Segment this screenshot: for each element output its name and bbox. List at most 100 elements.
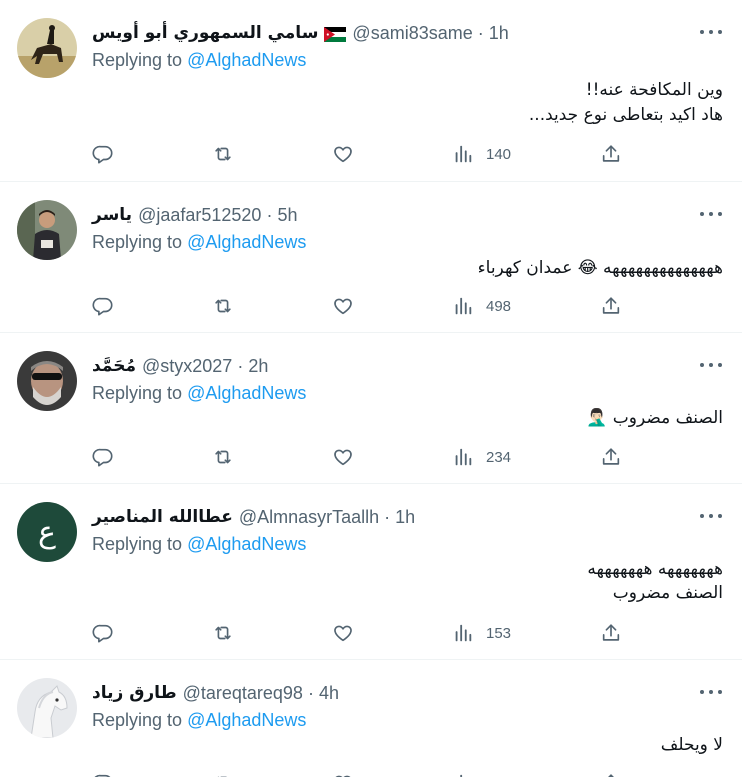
heart-icon bbox=[332, 446, 354, 468]
user-handle[interactable]: @sami83same bbox=[352, 23, 472, 44]
like-button[interactable] bbox=[332, 143, 354, 165]
user-handle[interactable]: @styx2027 bbox=[142, 356, 232, 377]
more-dots-icon[interactable] bbox=[700, 506, 722, 526]
avatar[interactable] bbox=[17, 18, 77, 78]
share-button[interactable] bbox=[600, 622, 622, 644]
tweet-text-line: هههههههه هههههههه bbox=[587, 559, 723, 579]
display-name[interactable]: سامي السمهوري أبو أويس bbox=[92, 23, 318, 43]
action-bar: 153 bbox=[92, 622, 622, 644]
share-button[interactable] bbox=[600, 143, 622, 165]
heart-icon bbox=[332, 295, 354, 317]
display-name[interactable]: ياسر bbox=[92, 205, 132, 225]
user-handle[interactable]: @AlmnasyrTaallh bbox=[239, 507, 379, 528]
reply-button[interactable] bbox=[92, 143, 114, 165]
retweet-icon bbox=[212, 772, 234, 777]
display-name[interactable]: مُحَمَّد bbox=[92, 356, 136, 376]
tweet-header: ياسر @jaafar512520 · 5h bbox=[92, 202, 297, 228]
separator-dot: · bbox=[384, 506, 391, 527]
heart-icon bbox=[332, 622, 354, 644]
avatar[interactable] bbox=[17, 200, 77, 260]
more-dots-icon[interactable] bbox=[700, 682, 722, 702]
reply-button[interactable] bbox=[92, 295, 114, 317]
replying-to: Replying to @AlghadNews bbox=[92, 534, 306, 555]
replying-to: Replying to @AlghadNews bbox=[92, 232, 306, 253]
display-name[interactable]: طارق زياد bbox=[92, 683, 177, 703]
like-button[interactable] bbox=[332, 772, 354, 777]
reply-button[interactable] bbox=[92, 622, 114, 644]
comment-bubble-icon bbox=[92, 772, 114, 777]
mention-link[interactable]: @AlghadNews bbox=[187, 232, 306, 252]
tweet-text-line: وين المكافحة عنه!! bbox=[585, 80, 723, 100]
replying-label: Replying to bbox=[92, 383, 183, 403]
share-upload-icon bbox=[600, 295, 622, 317]
replying-to: Replying to @AlghadNews bbox=[92, 50, 306, 71]
avatar[interactable] bbox=[17, 678, 77, 738]
views-button[interactable] bbox=[452, 772, 474, 777]
avatar[interactable] bbox=[17, 351, 77, 411]
replying-to: Replying to @AlghadNews bbox=[92, 710, 306, 731]
more-dots-icon[interactable] bbox=[700, 204, 722, 224]
views-count: 140 bbox=[486, 145, 512, 163]
retweet-button[interactable] bbox=[212, 295, 234, 317]
mention-link[interactable]: @AlghadNews bbox=[187, 50, 306, 70]
more-dots-icon[interactable] bbox=[700, 22, 722, 42]
timestamp[interactable]: 5h bbox=[277, 205, 297, 226]
user-handle[interactable]: @tareqtareq98 bbox=[183, 683, 303, 704]
views-count: 498 bbox=[486, 297, 512, 315]
tweet-header: سامي السمهوري أبو أويس @sami83same · 1h bbox=[92, 20, 509, 46]
timestamp[interactable]: 1h bbox=[395, 507, 415, 528]
action-bar: 498 bbox=[92, 295, 622, 317]
views-count: 234 bbox=[486, 448, 512, 466]
share-button[interactable] bbox=[600, 772, 622, 777]
views-button[interactable]: 140 bbox=[452, 143, 511, 165]
display-name[interactable]: عطاالله المناصير bbox=[92, 507, 233, 527]
tweet-text-line: لا ويحلف bbox=[660, 735, 723, 755]
timestamp[interactable]: 2h bbox=[248, 356, 268, 377]
tweet-4[interactable]: ع عطاالله المناصير @AlmnasyrTaallh · 1h … bbox=[0, 484, 742, 660]
like-button[interactable] bbox=[332, 446, 354, 468]
retweet-button[interactable] bbox=[212, 772, 234, 777]
mention-link[interactable]: @AlghadNews bbox=[187, 383, 306, 403]
like-button[interactable] bbox=[332, 622, 354, 644]
action-bar: 234 bbox=[92, 446, 622, 468]
avatar[interactable]: ع bbox=[17, 502, 77, 562]
tweet-3[interactable]: مُحَمَّد @styx2027 · 2h Replying to @Alg… bbox=[0, 333, 742, 484]
separator-dot: · bbox=[237, 355, 244, 376]
tweet-1[interactable]: سامي السمهوري أبو أويس @sami83same · 1h … bbox=[0, 0, 742, 182]
views-button[interactable]: 234 bbox=[452, 446, 511, 468]
replying-label: Replying to bbox=[92, 50, 183, 70]
more-dots-icon[interactable] bbox=[700, 355, 722, 375]
views-button[interactable]: 153 bbox=[452, 622, 511, 644]
tweet-5[interactable]: طارق زياد @tareqtareq98 · 4h Replying to… bbox=[0, 660, 742, 777]
share-button[interactable] bbox=[600, 446, 622, 468]
tweet-2[interactable]: ياسر @jaafar512520 · 5h Replying to @Alg… bbox=[0, 182, 742, 333]
views-button[interactable]: 498 bbox=[452, 295, 511, 317]
user-handle[interactable]: @jaafar512520 bbox=[138, 205, 261, 226]
comment-bubble-icon bbox=[92, 295, 114, 317]
reply-button[interactable] bbox=[92, 772, 114, 777]
reply-button[interactable] bbox=[92, 446, 114, 468]
share-upload-icon bbox=[600, 772, 622, 777]
comment-bubble-icon bbox=[92, 446, 114, 468]
tweet-text-line: الصنف مضروب 🤦🏻‍♂️ bbox=[586, 408, 723, 428]
comment-bubble-icon bbox=[92, 622, 114, 644]
heart-icon bbox=[332, 143, 354, 165]
mention-link[interactable]: @AlghadNews bbox=[187, 710, 306, 730]
separator-dot: · bbox=[477, 22, 484, 43]
bar-chart-icon bbox=[452, 446, 474, 468]
replying-label: Replying to bbox=[92, 232, 183, 252]
retweet-button[interactable] bbox=[212, 143, 234, 165]
timestamp[interactable]: 4h bbox=[319, 683, 339, 704]
comment-bubble-icon bbox=[92, 143, 114, 165]
retweet-button[interactable] bbox=[212, 622, 234, 644]
timestamp[interactable]: 1h bbox=[489, 23, 509, 44]
replying-to: Replying to @AlghadNews bbox=[92, 383, 306, 404]
bar-chart-icon bbox=[452, 143, 474, 165]
separator-dot: · bbox=[307, 682, 314, 703]
like-button[interactable] bbox=[332, 295, 354, 317]
mention-link[interactable]: @AlghadNews bbox=[187, 534, 306, 554]
retweet-icon bbox=[212, 143, 234, 165]
share-button[interactable] bbox=[600, 295, 622, 317]
retweet-button[interactable] bbox=[212, 446, 234, 468]
bar-chart-icon bbox=[452, 622, 474, 644]
